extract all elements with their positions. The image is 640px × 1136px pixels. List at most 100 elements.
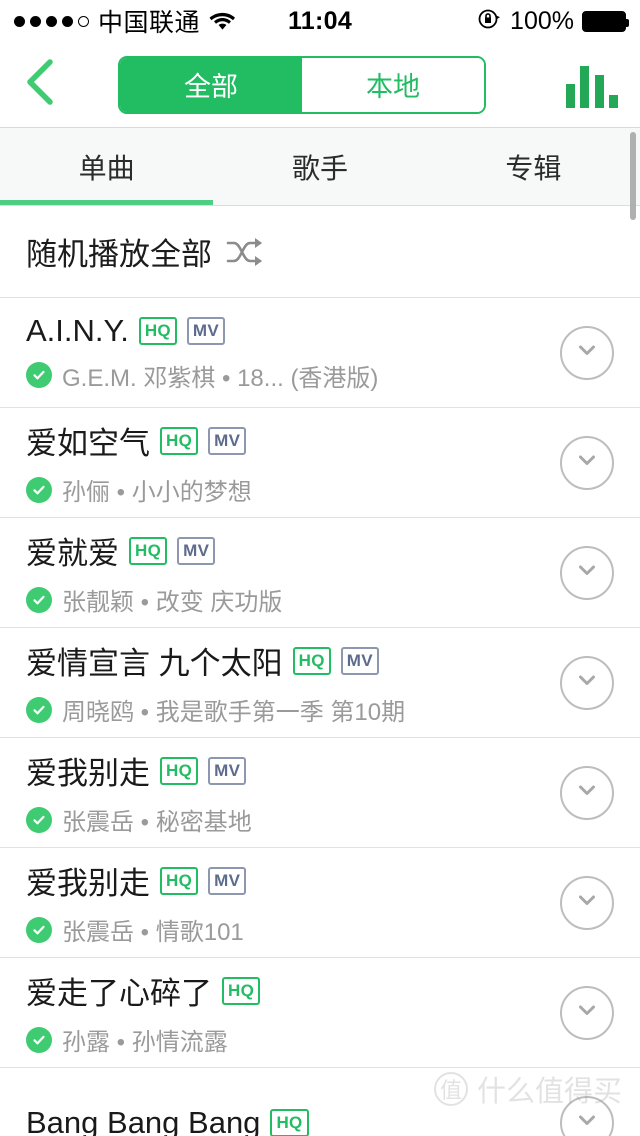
app-screen: 中国联通 11:04 100% 全部 本地 单曲 歌手 专辑 随机播放全部 A.… — [0, 0, 640, 1136]
chevron-down-icon — [574, 447, 600, 478]
song-more-button[interactable] — [560, 1095, 614, 1136]
chevron-down-icon — [574, 777, 600, 808]
song-more-button[interactable] — [560, 325, 614, 380]
battery-icon — [582, 10, 629, 32]
active-tab-indicator — [0, 200, 214, 205]
status-bar: 中国联通 11:04 100% — [0, 0, 640, 42]
badge-mv: MV — [177, 536, 216, 565]
song-title-line: 爱我别走 HQ MV — [26, 858, 560, 903]
song-subtitle-line: 孙露 • 孙情流露 — [26, 1022, 560, 1057]
song-info: 爱我别走 HQ MV 张震岳 • 秘密基地 — [26, 748, 560, 837]
shuffle-all-row[interactable]: 随机播放全部 — [0, 206, 640, 298]
badge-mv: MV — [208, 426, 247, 455]
song-subtitle-line: 张震岳 • 情歌101 — [26, 912, 560, 947]
song-info: 爱情宣言 九个太阳 HQ MV 周晓鸥 • 我是歌手第一季 第10期 — [26, 638, 560, 727]
song-info: Bang Bang Bang HQ — [26, 1105, 560, 1136]
song-subtitle-line: 张靓颖 • 改变 庆功版 — [26, 582, 560, 617]
song-info: 爱走了心碎了 HQ 孙露 • 孙情流露 — [26, 968, 560, 1057]
equalizer-icon[interactable] — [566, 62, 618, 108]
downloaded-check-icon — [26, 362, 52, 388]
segment-local[interactable]: 本地 — [302, 57, 484, 112]
downloaded-check-icon — [26, 586, 52, 613]
song-subtitle-line: 张震岳 • 秘密基地 — [26, 802, 560, 837]
song-title-line: A.I.N.Y. HQ MV — [26, 313, 560, 349]
song-title: 爱我别走 — [26, 866, 150, 901]
song-title-line: 爱如空气 HQ MV — [26, 418, 560, 463]
song-more-button[interactable] — [560, 875, 614, 930]
song-row[interactable]: 爱情宣言 九个太阳 HQ MV 周晓鸥 • 我是歌手第一季 第10期 — [0, 628, 640, 738]
shuffle-icon — [226, 237, 264, 267]
song-title: Bang Bang Bang — [26, 1104, 261, 1136]
song-title-line: Bang Bang Bang HQ — [26, 1105, 560, 1136]
badge-hq: HQ — [160, 866, 199, 895]
song-subtitle-line: 周晓鸥 • 我是歌手第一季 第10期 — [26, 692, 560, 727]
song-row[interactable]: 爱走了心碎了 HQ 孙露 • 孙情流露 — [0, 958, 640, 1068]
navigation-bar: 全部 本地 — [0, 42, 640, 128]
song-info: 爱我别走 HQ MV 张震岳 • 情歌101 — [26, 858, 560, 947]
chevron-down-icon — [574, 997, 600, 1028]
song-artist-album: 张震岳 • 秘密基地 — [62, 809, 252, 836]
song-artist-album: 张靓颖 • 改变 庆功版 — [62, 589, 283, 616]
chevron-down-icon — [574, 667, 600, 698]
battery-percentage: 100% — [510, 6, 574, 35]
song-row[interactable]: Bang Bang Bang HQ — [0, 1068, 640, 1136]
badge-mv: MV — [186, 316, 226, 345]
song-row[interactable]: 爱如空气 HQ MV 孙俪 • 小小的梦想 — [0, 408, 640, 518]
song-row[interactable]: 爱我别走 HQ MV 张震岳 • 秘密基地 — [0, 738, 640, 848]
song-subtitle-line: G.E.M. 邓紫棋 • 18... (香港版) — [26, 358, 560, 393]
song-subtitle-line: 孙俪 • 小小的梦想 — [26, 472, 560, 507]
badge-hq: HQ — [222, 976, 261, 1005]
song-more-button[interactable] — [560, 655, 614, 710]
song-more-button[interactable] — [560, 435, 614, 490]
song-title: 爱情宣言 九个太阳 — [26, 646, 283, 681]
song-row[interactable]: 爱就爱 HQ MV 张靓颖 • 改变 庆功版 — [0, 518, 640, 628]
segment-all[interactable]: 全部 — [120, 57, 302, 112]
song-artist-album: 张震岳 • 情歌101 — [62, 919, 244, 946]
downloaded-check-icon — [26, 476, 52, 503]
chevron-left-icon — [22, 57, 56, 112]
scope-segmented-control[interactable]: 全部 本地 — [118, 55, 486, 114]
tab-songs[interactable]: 单曲 — [0, 128, 213, 205]
chevron-down-icon — [574, 557, 600, 588]
song-title: 爱走了心碎了 — [26, 976, 212, 1011]
badge-mv: MV — [208, 866, 247, 895]
back-button[interactable] — [22, 57, 78, 113]
chevron-down-icon — [574, 337, 600, 368]
downloaded-check-icon — [26, 1026, 52, 1053]
tab-albums[interactable]: 专辑 — [427, 128, 640, 205]
song-more-button[interactable] — [560, 985, 614, 1040]
downloaded-check-icon — [26, 806, 52, 833]
badge-hq: HQ — [160, 756, 199, 785]
song-list: A.I.N.Y. HQ MV G.E.M. 邓紫棋 • 18... (香港版) 爱如空气… — [0, 298, 640, 1136]
song-artist-album: 周晓鸥 • 我是歌手第一季 第10期 — [62, 699, 406, 726]
downloaded-check-icon — [26, 696, 52, 723]
song-info: 爱如空气 HQ MV 孙俪 • 小小的梦想 — [26, 418, 560, 507]
shuffle-all-label: 随机播放全部 — [26, 237, 212, 272]
rotation-lock-icon — [476, 6, 502, 37]
song-title: 爱就爱 — [26, 536, 119, 571]
song-info: A.I.N.Y. HQ MV G.E.M. 邓紫棋 • 18... (香港版) — [26, 313, 560, 393]
song-more-button[interactable] — [560, 765, 614, 820]
badge-hq: HQ — [292, 646, 331, 675]
content-tabs: 单曲 歌手 专辑 — [0, 128, 640, 220]
status-bar-right: 100% — [476, 6, 629, 37]
song-title-line: 爱我别走 HQ MV — [26, 748, 560, 793]
badge-hq: HQ — [160, 426, 199, 455]
song-row[interactable]: 爱我别走 HQ MV 张震岳 • 情歌101 — [0, 848, 640, 958]
song-title-line: 爱就爱 HQ MV — [26, 528, 560, 573]
song-title: A.I.N.Y. — [26, 312, 129, 348]
scrollbar-thumb[interactable] — [630, 132, 636, 220]
badge-mv: MV — [208, 756, 247, 785]
song-artist-album: 孙露 • 孙情流露 — [62, 1029, 228, 1056]
downloaded-check-icon — [26, 916, 52, 943]
song-more-button[interactable] — [560, 545, 614, 600]
chevron-down-icon — [574, 1107, 600, 1136]
tab-artists[interactable]: 歌手 — [213, 128, 426, 205]
badge-hq: HQ — [138, 316, 177, 345]
song-row[interactable]: A.I.N.Y. HQ MV G.E.M. 邓紫棋 • 18... (香港版) — [0, 298, 640, 408]
badge-hq: HQ — [270, 1108, 309, 1136]
badge-mv: MV — [340, 646, 379, 675]
badge-hq: HQ — [129, 536, 168, 565]
song-artist-album: G.E.M. 邓紫棋 • 18... (香港版) — [62, 364, 379, 392]
song-info: 爱就爱 HQ MV 张靓颖 • 改变 庆功版 — [26, 528, 560, 617]
